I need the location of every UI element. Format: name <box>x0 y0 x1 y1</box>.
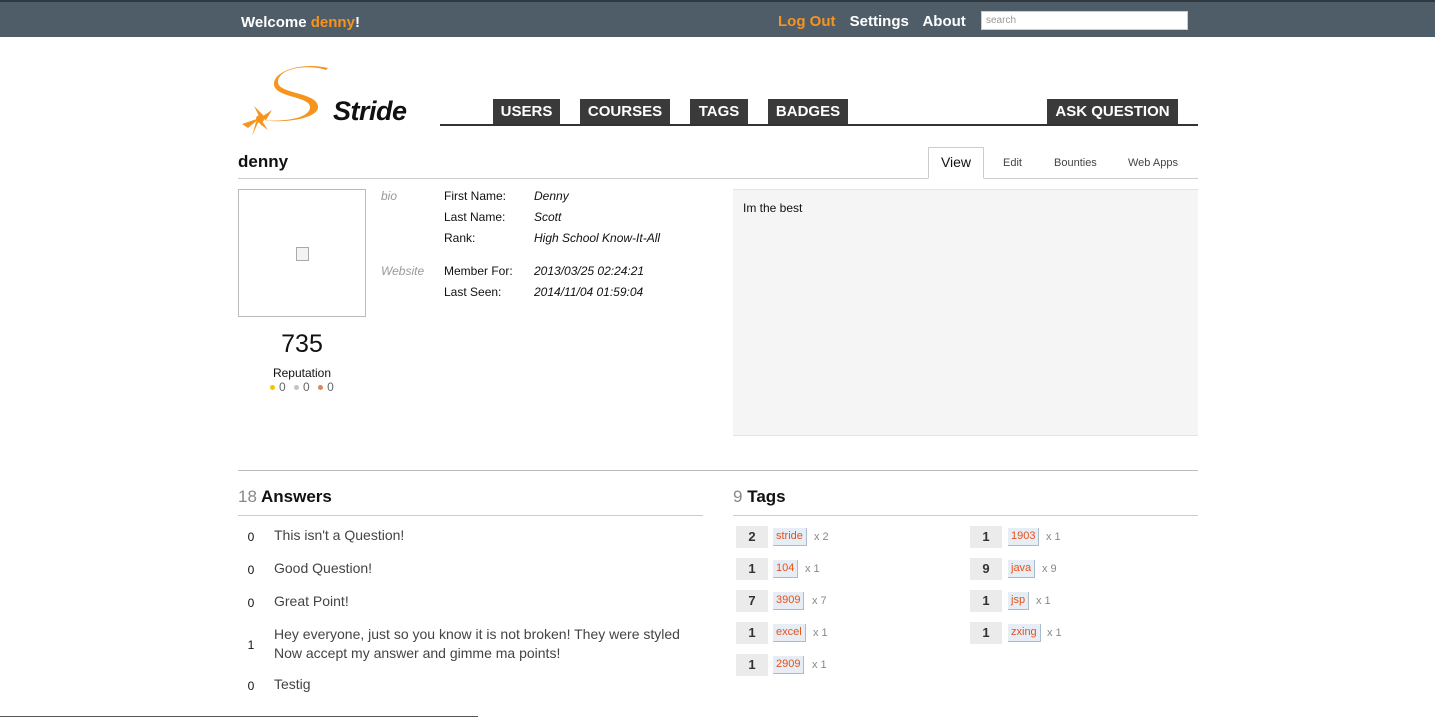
tag-count: 2 <box>736 526 768 548</box>
answer-score: 0 <box>247 679 255 693</box>
tag-count: 1 <box>970 590 1002 612</box>
tag-link[interactable]: 1903 <box>1008 528 1040 546</box>
tag-multiplier: x 1 <box>1036 595 1051 607</box>
bottom-divider <box>0 716 478 717</box>
tag-count: 9 <box>970 558 1002 580</box>
reputation-label: Reputation <box>272 366 332 380</box>
rank-value: High School Know-It-All <box>534 231 661 245</box>
tag-count: 1 <box>736 622 768 644</box>
member-for-value: 2013/03/25 02:24:21 <box>534 264 645 278</box>
tag-link[interactable]: jsp <box>1008 592 1030 610</box>
silver-badge-icon <box>294 385 300 391</box>
settings-link[interactable]: Settings <box>850 13 909 30</box>
nav-divider <box>440 124 1198 126</box>
bio-side-label: bio <box>381 189 398 203</box>
gold-badge-count: 0 <box>279 380 286 394</box>
section-divider <box>238 470 1198 471</box>
top-bar: Welcome denny! Log Out Settings About <box>0 0 1435 37</box>
answer-title-link[interactable]: Good Question! <box>274 559 714 578</box>
tag-multiplier: x 1 <box>1046 531 1061 543</box>
tags-divider <box>733 515 1198 516</box>
tags-count: 9 <box>733 487 743 506</box>
answer-title-link[interactable]: Testig <box>274 675 714 694</box>
answers-heading: 18 Answers <box>238 487 332 507</box>
tag-multiplier: x 1 <box>812 659 827 671</box>
answers-divider <box>238 515 703 516</box>
top-links: Log Out Settings About <box>778 13 976 30</box>
tag-count: 1 <box>736 558 768 580</box>
bronze-badge-icon <box>318 385 324 391</box>
tag-link[interactable]: excel <box>773 624 806 642</box>
answer-title-link[interactable]: Hey everyone, just so you know it is not… <box>274 625 706 663</box>
answer-score: 0 <box>247 596 255 610</box>
welcome-username-link[interactable]: denny <box>311 14 355 31</box>
answers-heading-label: Answers <box>261 487 332 506</box>
tag-multiplier: x 2 <box>814 531 829 543</box>
broken-image-icon <box>296 247 309 261</box>
tag-multiplier: x 1 <box>805 563 820 575</box>
about-link[interactable]: About <box>922 13 965 30</box>
answer-score: 0 <box>247 563 255 577</box>
bronze-badge-count: 0 <box>327 380 334 394</box>
gold-badge-icon <box>270 385 275 391</box>
bio-panel: Im the best <box>733 189 1198 436</box>
page-title: denny <box>238 152 289 171</box>
tag-link[interactable]: 104 <box>773 560 799 578</box>
tag-count: 1 <box>736 654 768 676</box>
answers-count: 18 <box>238 487 257 506</box>
nav-users-button[interactable]: USERS <box>493 99 560 124</box>
tag-link[interactable]: 2909 <box>773 656 805 674</box>
nav-badges-button[interactable]: BADGES <box>768 99 848 124</box>
rank-label: Rank: <box>444 231 476 245</box>
badge-counts: 0 0 0 <box>270 380 339 394</box>
tags-heading: 9 Tags <box>733 487 786 507</box>
tag-count: 7 <box>736 590 768 612</box>
silver-badge-count: 0 <box>303 380 310 394</box>
tag-link[interactable]: 3909 <box>773 592 805 610</box>
answer-score: 0 <box>247 530 255 544</box>
tab-web-apps[interactable]: Web Apps <box>1128 157 1178 169</box>
tag-link[interactable]: stride <box>773 528 807 546</box>
tag-link[interactable]: zxing <box>1008 624 1041 642</box>
tag-multiplier: x 9 <box>1042 563 1057 575</box>
tab-view[interactable]: View <box>928 147 984 179</box>
avatar <box>238 189 366 317</box>
tags-heading-label: Tags <box>747 487 786 506</box>
tag-multiplier: x 7 <box>812 595 827 607</box>
tag-multiplier: x 1 <box>813 627 828 639</box>
reputation-score: 735 <box>281 330 323 358</box>
member-for-label: Member For: <box>444 264 513 278</box>
tab-bounties[interactable]: Bounties <box>1054 157 1097 169</box>
logout-link[interactable]: Log Out <box>778 13 835 30</box>
tag-multiplier: x 1 <box>1047 627 1062 639</box>
tag-count: 1 <box>970 526 1002 548</box>
last-seen-label: Last Seen: <box>444 285 502 299</box>
brand-name: Stride <box>333 96 407 126</box>
tag-count: 1 <box>970 622 1002 644</box>
bio-text: Im the best <box>743 201 803 215</box>
first-name-label: First Name: <box>444 189 507 203</box>
tag-link[interactable]: java <box>1008 560 1036 578</box>
answer-title-link[interactable]: This isn't a Question! <box>274 526 714 545</box>
nav-courses-button[interactable]: COURSES <box>580 99 670 124</box>
nav-tags-button[interactable]: TAGS <box>690 99 748 124</box>
welcome-suffix: ! <box>354 14 360 31</box>
last-name-value: Scott <box>534 210 562 224</box>
last-name-label: Last Name: <box>444 210 506 224</box>
first-name-value: Denny <box>534 189 569 203</box>
search-input[interactable] <box>981 11 1188 30</box>
tab-edit[interactable]: Edit <box>1003 157 1022 169</box>
welcome-message: Welcome denny! <box>241 14 360 31</box>
last-seen-value: 2014/11/04 01:59:04 <box>534 285 644 299</box>
welcome-prefix: Welcome <box>241 14 311 31</box>
website-side-label: Website <box>381 264 425 278</box>
answer-title-link[interactable]: Great Point! <box>274 592 714 611</box>
answer-score: 1 <box>247 638 255 652</box>
ask-question-button[interactable]: ASK QUESTION <box>1047 99 1178 124</box>
tabs-divider <box>238 178 1198 179</box>
